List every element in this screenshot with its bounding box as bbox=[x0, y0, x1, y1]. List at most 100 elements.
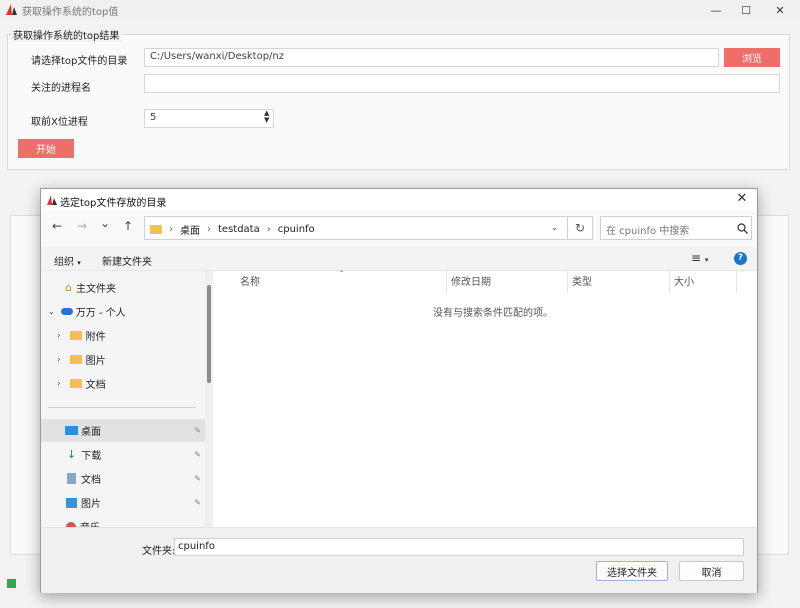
dir-label: 请选择top文件的目录 bbox=[31, 56, 128, 67]
topn-spinbox[interactable]: 5 bbox=[144, 109, 274, 128]
folder-icon bbox=[69, 331, 82, 340]
organize-label: 组织 bbox=[54, 257, 74, 268]
nav-onedrive-label: 万万 - 个人 bbox=[75, 308, 126, 319]
nav-pictures-label: 图片 bbox=[85, 356, 106, 367]
pin-icon: ✎ bbox=[194, 450, 201, 459]
folder-icon bbox=[69, 355, 82, 364]
quick-item-music[interactable]: 音乐 bbox=[41, 515, 205, 527]
column-name[interactable]: 名称 bbox=[240, 274, 260, 292]
up-button[interactable]: ↑ bbox=[119, 217, 137, 235]
empty-message: 没有与搜索条件匹配的项。 bbox=[433, 308, 553, 319]
nav-attachments-label: 附件 bbox=[85, 332, 106, 343]
address-dropdown-icon[interactable]: ⌄ bbox=[542, 216, 568, 240]
process-input[interactable] bbox=[144, 74, 780, 93]
new-folder-button[interactable]: 新建文件夹 bbox=[102, 253, 152, 268]
app-title: 获取操作系统的top值 bbox=[22, 7, 119, 18]
quick-item-desktop[interactable]: 桌面 ✎ bbox=[41, 419, 205, 442]
desktop-icon bbox=[65, 426, 78, 435]
process-label: 关注的进程名 bbox=[31, 83, 91, 94]
nav-item-onedrive[interactable]: ⌄ 万万 - 个人 bbox=[41, 300, 205, 323]
close-button[interactable]: ✕ bbox=[762, 0, 798, 20]
select-folder-button[interactable]: 选择文件夹 bbox=[596, 561, 668, 581]
chevron-right-icon: › bbox=[57, 378, 61, 389]
nav-item-attachments[interactable]: › 附件 bbox=[41, 324, 205, 347]
nav-home-label: 主文件夹 bbox=[75, 284, 116, 295]
dialog-close-button[interactable]: ✕ bbox=[733, 191, 751, 209]
cloud-icon bbox=[60, 308, 73, 315]
status-indicator bbox=[7, 579, 16, 588]
search-placeholder: 在 cpuinfo 中搜索 bbox=[606, 226, 690, 237]
forward-button[interactable]: → bbox=[73, 217, 91, 235]
chevron-down-icon: ▾ bbox=[77, 259, 81, 267]
folder-icon bbox=[150, 225, 162, 234]
breadcrumb-desktop[interactable]: 桌面 bbox=[180, 222, 200, 237]
refresh-icon[interactable]: ↻ bbox=[568, 216, 593, 240]
recent-locations-button[interactable]: ⌄ bbox=[96, 214, 114, 232]
nav-divider bbox=[48, 407, 196, 408]
nav-item-pictures[interactable]: › 图片 bbox=[41, 348, 205, 371]
search-icon[interactable] bbox=[737, 223, 748, 234]
picture-icon bbox=[66, 497, 77, 508]
column-type[interactable]: 类型 bbox=[572, 274, 592, 292]
quick-item-documents[interactable]: 文档 ✎ bbox=[41, 467, 205, 490]
help-icon[interactable]: ? bbox=[734, 252, 747, 265]
organize-menu[interactable]: 组织 ▾ bbox=[54, 253, 81, 268]
folder-label: 文件夹: bbox=[142, 546, 176, 557]
chevron-right-icon: › bbox=[57, 330, 61, 341]
chevron-down-icon: ▾ bbox=[704, 256, 709, 264]
quick-downloads-label: 下载 bbox=[81, 451, 102, 462]
nav-item-home[interactable]: ⌂ 主文件夹 bbox=[41, 276, 205, 299]
chevron-down-icon: ⌄ bbox=[48, 307, 55, 316]
download-icon: ↓ bbox=[67, 448, 77, 461]
chevron-right-icon: › bbox=[57, 354, 61, 365]
quick-documents-label: 文档 bbox=[81, 475, 101, 486]
breadcrumb-testdata[interactable]: testdata bbox=[218, 224, 260, 235]
dir-input[interactable]: C:/Users/wanxi/Desktop/nz bbox=[144, 48, 719, 67]
folder-icon bbox=[69, 379, 82, 388]
start-button[interactable]: 开始 bbox=[18, 139, 74, 158]
home-icon: ⌂ bbox=[65, 281, 72, 294]
address-bar[interactable]: › 桌面 › testdata › cpuinfo bbox=[144, 216, 591, 240]
quick-item-downloads[interactable]: ↓ 下载 ✎ bbox=[41, 443, 205, 466]
breadcrumb-sep: › bbox=[169, 224, 173, 235]
column-size[interactable]: 大小 bbox=[674, 274, 694, 292]
folder-input-value: cpuinfo bbox=[178, 541, 215, 552]
pin-icon: ✎ bbox=[194, 426, 201, 435]
quick-desktop-label: 桌面 bbox=[81, 427, 101, 438]
column-separator bbox=[736, 271, 737, 293]
search-input[interactable]: 在 cpuinfo 中搜索 bbox=[600, 216, 752, 240]
folder-dialog: 选定top文件存放的目录 ✕ ← → ⌄ ↑ › 桌面 › testdata ›… bbox=[40, 188, 758, 593]
app-logo-icon bbox=[6, 4, 17, 15]
sort-up-icon: ⌃ bbox=[338, 269, 345, 278]
main-titlebar bbox=[0, 0, 800, 20]
spin-arrows-icon[interactable]: ▲ ▼ bbox=[264, 110, 269, 124]
maximize-button[interactable]: ☐ bbox=[728, 0, 764, 20]
nav-scrollbar-thumb[interactable] bbox=[207, 285, 211, 383]
dialog-title: 选定top文件存放的目录 bbox=[60, 198, 167, 209]
group-title: 获取操作系统的top结果 bbox=[11, 27, 122, 42]
pin-icon: ✎ bbox=[194, 474, 201, 483]
breadcrumb-sep: › bbox=[266, 224, 271, 235]
breadcrumb-cpuinfo[interactable]: cpuinfo bbox=[278, 224, 315, 235]
breadcrumb-sep: › bbox=[207, 224, 211, 235]
topn-label: 取前X位进程 bbox=[31, 117, 88, 128]
folder-input[interactable]: cpuinfo bbox=[174, 538, 744, 556]
cancel-button[interactable]: 取消 bbox=[679, 561, 744, 581]
view-options-icon[interactable]: ≡ ▾ bbox=[691, 251, 708, 265]
column-separator bbox=[446, 271, 447, 293]
browse-button[interactable]: 浏览 bbox=[724, 48, 780, 67]
topn-value: 5 bbox=[150, 112, 157, 123]
nav-item-documents[interactable]: › 文档 bbox=[41, 372, 205, 395]
nav-documents-label: 文档 bbox=[85, 380, 106, 391]
dialog-footer bbox=[41, 527, 757, 593]
column-separator bbox=[669, 271, 670, 293]
dialog-logo-icon bbox=[47, 195, 57, 205]
column-separator bbox=[567, 271, 568, 293]
document-icon bbox=[67, 473, 76, 484]
quick-music-label: 音乐 bbox=[80, 519, 100, 527]
pin-icon: ✎ bbox=[194, 498, 201, 507]
view-icon: ≡ bbox=[691, 251, 702, 265]
back-button[interactable]: ← bbox=[48, 217, 66, 235]
quick-item-pictures[interactable]: 图片 ✎ bbox=[41, 491, 205, 514]
column-modified[interactable]: 修改日期 bbox=[451, 274, 491, 292]
